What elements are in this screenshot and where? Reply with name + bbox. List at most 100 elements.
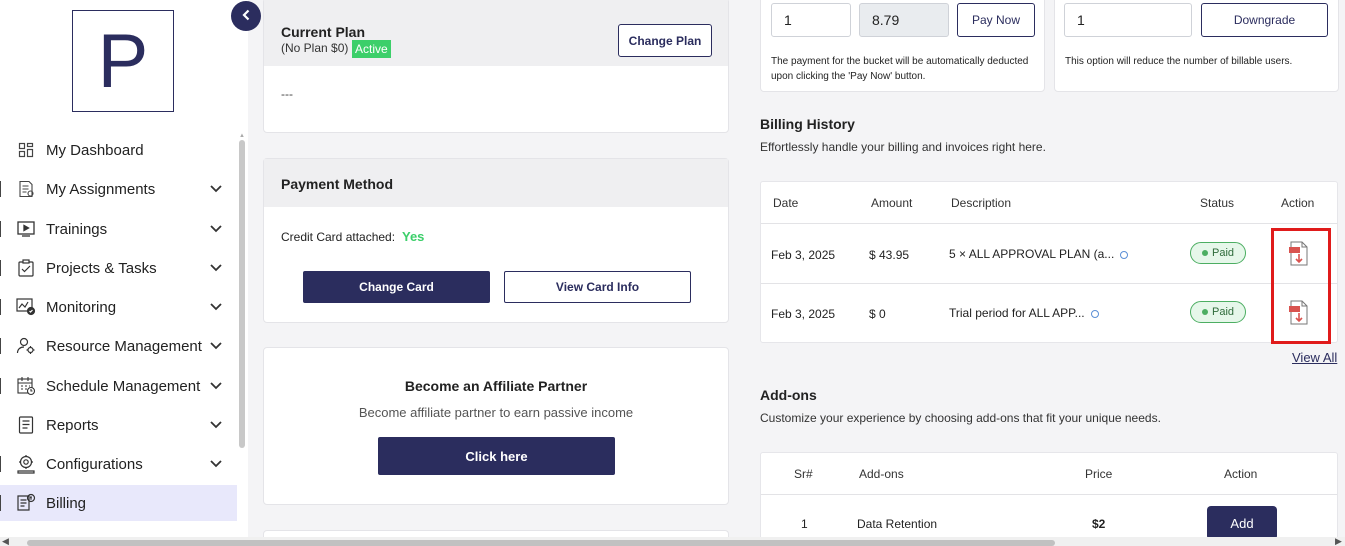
sidebar-scroll-up[interactable]: ▲ <box>239 133 245 139</box>
payment-method-header: Payment Method <box>264 159 728 207</box>
sidebar-item-label: Configurations <box>46 455 143 473</box>
edge-mark <box>0 495 3 511</box>
sidebar-item-schedule-management[interactable]: Schedule Management <box>0 368 237 404</box>
column-header-description: Description <box>951 196 1012 210</box>
row-price: $2 <box>1092 517 1106 531</box>
affiliate-subtitle: Become affiliate partner to earn passive… <box>358 405 634 420</box>
row-divider <box>761 283 1337 284</box>
current-plan-header: Current Plan (No Plan $0) Active Change … <box>264 0 728 66</box>
change-plan-button[interactable]: Change Plan <box>618 24 712 57</box>
status-badge: Paid <box>1190 242 1246 264</box>
sidebar-item-configurations[interactable]: Configurations <box>0 446 237 482</box>
collapse-sidebar-button[interactable] <box>231 1 261 31</box>
pay-now-button[interactable]: Pay Now <box>957 3 1035 37</box>
sidebar-item-label: Trainings <box>46 220 108 238</box>
config-icon <box>16 454 36 474</box>
header-divider <box>761 494 1337 495</box>
edge-mark <box>0 221 3 237</box>
scroll-left-arrow[interactable]: ◀ <box>2 536 9 546</box>
chevron-down-icon[interactable] <box>209 222 223 236</box>
affiliate-click-here-button[interactable]: Click here <box>378 437 615 475</box>
sidebar-item-label: Projects & Tasks <box>46 259 157 277</box>
payment-method-title: Payment Method <box>281 176 394 192</box>
downgrade-card: 1 Downgrade This option will reduce the … <box>1054 0 1339 92</box>
current-plan-card: Current Plan (No Plan $0) Active Change … <box>263 0 729 133</box>
sidebar-item-resource-management[interactable]: Resource Management <box>0 328 237 364</box>
column-header-date: Date <box>773 196 799 210</box>
current-plan-body: --- <box>281 87 293 101</box>
chevron-down-icon[interactable] <box>209 379 223 393</box>
play-icon <box>16 219 36 239</box>
billing-icon <box>16 493 36 513</box>
company-logo: P <box>72 10 174 112</box>
row-date: Feb 3, 2025 <box>771 307 836 321</box>
downgrade-quantity-input[interactable]: 1 <box>1064 3 1192 37</box>
row-description-text: Trial period for ALL APP... <box>949 306 1085 320</box>
downgrade-note: This option will reduce the number of bi… <box>1065 56 1293 67</box>
header-divider <box>761 223 1337 224</box>
info-icon[interactable] <box>1090 309 1099 318</box>
sidebar-item-monitoring[interactable]: Monitoring <box>0 289 237 325</box>
current-plan-subtitle: (No Plan $0) <box>281 41 349 55</box>
sidebar-item-projects-tasks[interactable]: Projects & Tasks <box>0 250 237 286</box>
addons-subtitle: Customize your experience by choosing ad… <box>760 411 1161 425</box>
row-amount: $ 0 <box>869 307 886 321</box>
chevron-down-icon[interactable] <box>209 300 223 314</box>
info-icon[interactable] <box>1120 250 1129 259</box>
sidebar-item-billing[interactable]: Billing <box>0 485 237 521</box>
monitoring-icon <box>16 297 36 317</box>
edge-mark <box>0 181 3 197</box>
add-addon-button[interactable]: Add <box>1207 506 1277 540</box>
edge-mark <box>0 299 3 315</box>
sidebar-item-trainings[interactable]: Trainings <box>0 211 237 247</box>
edge-mark <box>0 456 3 472</box>
addons-table: Sr# Add-ons Price Action 1 Data Retentio… <box>760 452 1338 546</box>
sidebar-item-label: Billing <box>46 494 87 512</box>
column-header-action: Action <box>1281 196 1315 210</box>
chevron-down-icon[interactable] <box>209 339 223 353</box>
chevron-down-icon[interactable] <box>209 457 223 471</box>
row-amount: $ 43.95 <box>869 248 910 262</box>
status-badge: Paid <box>1190 301 1246 323</box>
column-header-amount: Amount <box>871 196 913 210</box>
status-text: Paid <box>1211 247 1235 259</box>
sidebar-item-my-dashboard[interactable]: My Dashboard <box>0 132 237 168</box>
bucket-quantity-input[interactable]: 1 <box>771 3 851 37</box>
affiliate-card: Become an Affiliate Partner Become affil… <box>263 347 729 505</box>
horizontal-scrollbar-thumb[interactable] <box>27 540 1055 546</box>
chevron-down-icon[interactable] <box>209 418 223 432</box>
addons-title: Add-ons <box>760 387 817 403</box>
affiliate-title: Become an Affiliate Partner <box>404 378 588 394</box>
bucket-price-field: 8.79 <box>859 3 949 37</box>
status-dot <box>1201 250 1208 256</box>
sidebar-item-label: Reports <box>46 416 99 434</box>
edge-mark <box>0 338 3 354</box>
dashboard-icon <box>16 140 36 160</box>
downgrade-button[interactable]: Downgrade <box>1201 3 1328 37</box>
change-card-button[interactable]: Change Card <box>303 271 490 303</box>
view-all-link[interactable]: View All <box>1292 350 1337 365</box>
sidebar-item-reports[interactable]: Reports <box>0 407 237 443</box>
current-plan-title: Current Plan <box>281 24 366 40</box>
column-header-status: Status <box>1200 196 1235 210</box>
calendar-icon <box>16 376 36 396</box>
sidebar-scrollbar[interactable] <box>239 140 245 448</box>
billing-history-title: Billing History <box>760 116 855 132</box>
view-card-info-button[interactable]: View Card Info <box>504 271 691 303</box>
credit-card-label: Credit Card attached: <box>281 230 396 244</box>
column-header-addons: Add-ons <box>859 467 904 481</box>
payment-method-card: Payment Method Credit Card attached: Yes… <box>263 158 729 323</box>
column-header-action: Action <box>1224 467 1258 481</box>
report-icon <box>16 415 36 435</box>
chevron-down-icon[interactable] <box>209 182 223 196</box>
highlight-box <box>1271 228 1331 344</box>
right-column: 1 8.79 Pay Now The payment for the bucke… <box>744 0 1345 546</box>
scroll-right-arrow[interactable]: ▶ <box>1335 536 1342 546</box>
chevron-down-icon[interactable] <box>209 261 223 275</box>
row-description-text: 5 × ALL APPROVAL PLAN (a... <box>949 247 1115 261</box>
sidebar: P My Dashboard My Assignments Trainings <box>0 0 248 546</box>
row-addon-name: Data Retention <box>857 517 938 531</box>
sidebar-item-my-assignments[interactable]: My Assignments <box>0 171 237 207</box>
edge-mark <box>0 260 3 276</box>
row-date: Feb 3, 2025 <box>771 248 836 262</box>
